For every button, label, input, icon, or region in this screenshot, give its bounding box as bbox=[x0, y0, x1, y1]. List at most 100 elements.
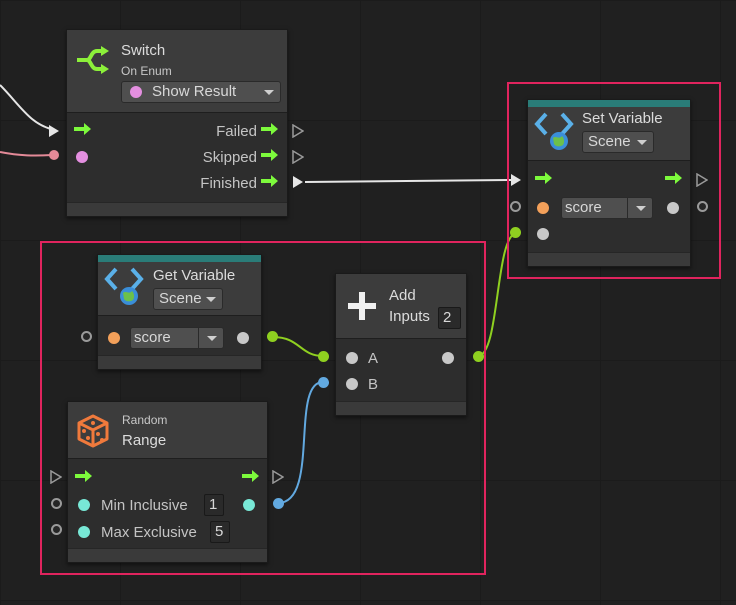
flow-out-arrow-icon[interactable] bbox=[242, 469, 260, 483]
min-inclusive-port[interactable] bbox=[78, 499, 90, 511]
value-wire-input-port[interactable] bbox=[510, 227, 521, 238]
branch-icon bbox=[77, 46, 109, 74]
enum-wire-input-port[interactable] bbox=[49, 150, 59, 160]
output-label-finished: Finished bbox=[200, 175, 257, 192]
set-variable-node[interactable]: Set Variable Scene score bbox=[527, 99, 691, 267]
add-node-footer bbox=[336, 401, 466, 415]
skipped-output-port[interactable] bbox=[292, 150, 304, 164]
input-a-port[interactable] bbox=[346, 352, 358, 364]
get-variable-body: score bbox=[98, 315, 261, 356]
flow-out-arrow-icon[interactable] bbox=[665, 171, 683, 185]
random-range-footer bbox=[68, 548, 267, 562]
scope-dropdown-value: Scene bbox=[588, 133, 631, 150]
flow-output-port[interactable] bbox=[272, 470, 284, 484]
set-variable-body: score bbox=[528, 160, 690, 252]
min-external-input-port[interactable] bbox=[51, 498, 62, 509]
input-b-label: B bbox=[368, 376, 379, 393]
switch-node-title: Switch bbox=[121, 42, 166, 59]
flow-input-port[interactable] bbox=[50, 470, 62, 484]
max-exclusive-port[interactable] bbox=[78, 526, 90, 538]
chevron-down-icon bbox=[207, 336, 217, 341]
random-range-body: Min Inclusive 1 Max Exclusive 5 bbox=[68, 458, 267, 548]
chevron-down-icon bbox=[637, 140, 647, 145]
flow-out-arrow-icon[interactable] bbox=[261, 174, 279, 188]
name-external-output-port[interactable] bbox=[697, 201, 708, 212]
input-a-wire-port[interactable] bbox=[318, 351, 329, 362]
set-variable-header[interactable]: Set Variable Scene bbox=[528, 107, 690, 160]
wire-flow-into-switch[interactable] bbox=[0, 84, 56, 131]
random-output-port[interactable] bbox=[243, 499, 255, 511]
max-external-input-port[interactable] bbox=[51, 524, 62, 535]
chevron-down-icon bbox=[264, 90, 274, 95]
variable-icon bbox=[104, 267, 144, 305]
dice-icon bbox=[77, 414, 109, 448]
add-node[interactable]: Add Inputs 2 A B bbox=[335, 273, 467, 416]
random-range-title: Range bbox=[122, 432, 167, 449]
enum-input-port[interactable] bbox=[76, 151, 88, 163]
name-string-port[interactable] bbox=[537, 202, 549, 214]
input-a-label: A bbox=[368, 350, 379, 367]
flow-in-arrow-icon[interactable] bbox=[74, 122, 92, 136]
set-variable-footer bbox=[528, 252, 690, 266]
result-output-port[interactable] bbox=[442, 352, 454, 364]
switch-node-subtitle: On Enum bbox=[121, 64, 172, 78]
chevron-down-icon bbox=[636, 206, 646, 211]
output-label-skipped: Skipped bbox=[202, 149, 257, 166]
enum-color-dot bbox=[130, 86, 142, 98]
chevron-down-icon bbox=[206, 297, 216, 302]
variable-name-field[interactable]: score bbox=[130, 327, 224, 349]
output-label-failed: Failed bbox=[216, 123, 257, 140]
flow-out-arrow-icon[interactable] bbox=[261, 122, 279, 136]
inputs-count-field[interactable]: 2 bbox=[438, 307, 461, 329]
variable-name-value: score bbox=[134, 329, 171, 346]
min-inclusive-field[interactable]: 1 bbox=[204, 494, 224, 516]
add-node-header[interactable]: Add Inputs 2 bbox=[336, 274, 466, 338]
random-wire-output-port[interactable] bbox=[273, 498, 284, 509]
name-external-input-port[interactable] bbox=[81, 331, 92, 342]
random-range-header[interactable]: Random Range bbox=[68, 402, 267, 458]
flow-input-port[interactable] bbox=[48, 124, 60, 138]
node-header-bar bbox=[98, 255, 261, 262]
get-variable-header[interactable]: Get Variable Scene bbox=[98, 262, 261, 315]
add-node-body: A B bbox=[336, 338, 466, 401]
name-string-port[interactable] bbox=[108, 332, 120, 344]
scope-dropdown[interactable]: Scene bbox=[582, 131, 654, 153]
random-range-subtitle: Random bbox=[122, 413, 168, 427]
failed-output-port[interactable] bbox=[292, 124, 304, 138]
input-b-wire-port[interactable] bbox=[318, 377, 329, 388]
flow-out-arrow-icon[interactable] bbox=[261, 148, 279, 162]
get-variable-node[interactable]: Get Variable Scene score bbox=[97, 254, 262, 370]
random-range-node[interactable]: Random Range Min Inclusive 1 Max Exclusi… bbox=[67, 401, 268, 563]
wire-finished-to-set-variable[interactable] bbox=[304, 179, 513, 183]
max-exclusive-field[interactable]: 5 bbox=[210, 521, 230, 543]
enum-dropdown-value: Show Result bbox=[152, 83, 237, 100]
variable-name-field[interactable]: score bbox=[561, 197, 653, 219]
flow-in-arrow-icon[interactable] bbox=[75, 469, 93, 483]
name-output-port[interactable] bbox=[667, 202, 679, 214]
value-output-port[interactable] bbox=[237, 332, 249, 344]
inputs-label: Inputs bbox=[389, 308, 430, 325]
switch-node-footer bbox=[67, 202, 287, 216]
flow-input-port[interactable] bbox=[510, 173, 522, 187]
scope-dropdown[interactable]: Scene bbox=[153, 288, 223, 310]
scope-dropdown-value: Scene bbox=[159, 290, 202, 307]
max-exclusive-label: Max Exclusive bbox=[101, 524, 197, 541]
wire-enum-into-switch[interactable] bbox=[0, 151, 53, 157]
flow-output-port[interactable] bbox=[696, 173, 708, 187]
flow-in-arrow-icon[interactable] bbox=[535, 171, 553, 185]
name-external-input-port[interactable] bbox=[510, 201, 521, 212]
add-node-title: Add bbox=[389, 287, 416, 304]
node-header-bar bbox=[528, 100, 690, 107]
enum-dropdown[interactable]: Show Result bbox=[121, 81, 281, 103]
get-variable-title: Get Variable bbox=[153, 267, 236, 284]
plus-icon bbox=[348, 292, 376, 320]
variable-icon bbox=[534, 112, 574, 150]
value-input-port[interactable] bbox=[537, 228, 549, 240]
switch-node[interactable]: Switch On Enum Show Result Failed Skippe… bbox=[66, 29, 288, 217]
finished-output-port[interactable] bbox=[292, 175, 304, 189]
switch-node-header[interactable]: Switch On Enum Show Result bbox=[67, 30, 287, 112]
input-b-port[interactable] bbox=[346, 378, 358, 390]
result-wire-output-port[interactable] bbox=[473, 351, 484, 362]
variable-name-value: score bbox=[565, 199, 602, 216]
value-wire-output-port[interactable] bbox=[267, 331, 278, 342]
